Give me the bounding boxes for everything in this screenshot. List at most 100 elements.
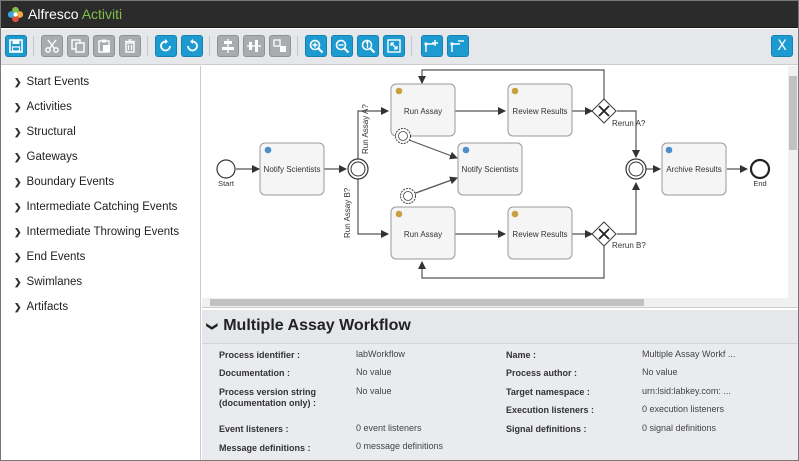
cut-icon bbox=[45, 39, 59, 53]
service-task-gear-icon bbox=[665, 146, 673, 154]
palette-item-artifacts[interactable]: ❯ Artifacts bbox=[14, 299, 68, 315]
sequence-flow[interactable] bbox=[617, 182, 640, 235]
toolbar-separator bbox=[147, 36, 148, 56]
redo-button[interactable] bbox=[155, 35, 177, 57]
delete-button[interactable] bbox=[119, 35, 141, 57]
prop-value[interactable]: urn:lsid:labkey.com: ... bbox=[642, 386, 731, 396]
sequence-flow[interactable] bbox=[412, 176, 458, 195]
scrollbar-thumb[interactable] bbox=[210, 299, 644, 306]
timer-clock-icon bbox=[403, 191, 413, 201]
title-bar: Alfresco Activiti bbox=[1, 1, 798, 28]
task-label: Notify Scientists bbox=[264, 165, 321, 174]
delete-icon bbox=[125, 39, 135, 53]
chevron-right-icon: ❯ bbox=[14, 226, 22, 237]
align-horizontal-button[interactable] bbox=[217, 35, 239, 57]
palette-item-label: Intermediate Throwing Events bbox=[26, 226, 180, 238]
bend-point-add-icon bbox=[424, 40, 438, 52]
prop-value[interactable]: labWorkflow bbox=[356, 349, 405, 359]
bpmn-diagram: Start Notify Scientists Run Assay A? Run… bbox=[216, 69, 771, 279]
align-vertical-icon bbox=[247, 40, 261, 52]
zoom-actual-button[interactable] bbox=[357, 35, 379, 57]
palette-item-boundary-events[interactable]: ❯ Boundary Events bbox=[14, 174, 114, 190]
prop-value[interactable]: No value bbox=[356, 386, 392, 396]
palette-item-label: Structural bbox=[26, 126, 76, 138]
undo-button[interactable] bbox=[181, 35, 203, 57]
paste-button[interactable] bbox=[93, 35, 115, 57]
palette-item-label: Boundary Events bbox=[26, 176, 115, 188]
copy-icon bbox=[71, 39, 85, 53]
scrollbar-thumb[interactable] bbox=[789, 76, 797, 150]
canvas-vertical-scrollbar[interactable] bbox=[788, 66, 798, 300]
task-label: Notify Scientists bbox=[462, 165, 519, 174]
app-brand: Alfresco Activiti bbox=[28, 6, 122, 22]
end-event-label: End bbox=[753, 179, 766, 188]
palette-item-label: Activities bbox=[26, 101, 72, 113]
sequence-flow[interactable] bbox=[357, 179, 389, 238]
prop-label: Execution listeners : bbox=[506, 405, 595, 415]
cut-button[interactable] bbox=[41, 35, 63, 57]
prop-label: Message definitions : bbox=[219, 443, 311, 453]
palette-item-gateways[interactable]: ❯ Gateways bbox=[14, 149, 78, 165]
bend-point-remove-button[interactable] bbox=[447, 35, 469, 57]
prop-value[interactable]: 0 message definitions bbox=[356, 441, 443, 451]
user-task-icon bbox=[511, 210, 519, 218]
prop-label: Target namespace : bbox=[506, 387, 590, 397]
flow-label-rerun-b: Rerun B? bbox=[612, 241, 646, 250]
close-editor-button[interactable]: X bbox=[771, 35, 793, 57]
prop-value[interactable]: No value bbox=[642, 367, 678, 377]
timer-clock-icon bbox=[398, 131, 408, 141]
start-event-label: Start bbox=[218, 179, 235, 188]
prop-value[interactable]: 0 event listeners bbox=[356, 423, 422, 433]
palette-item-structural[interactable]: ❯ Structural bbox=[14, 124, 76, 140]
task-label: Run Assay bbox=[404, 230, 442, 239]
chevron-right-icon: ❯ bbox=[14, 251, 22, 262]
sequence-flow[interactable] bbox=[408, 139, 458, 160]
zoom-in-button[interactable] bbox=[305, 35, 327, 57]
prop-value[interactable]: 0 execution listeners bbox=[642, 404, 724, 414]
user-task-icon bbox=[395, 210, 403, 218]
flow-label-run-assay-b: Run Assay B? bbox=[343, 187, 352, 238]
prop-value[interactable]: 0 signal definitions bbox=[642, 423, 716, 433]
sequence-flow[interactable] bbox=[617, 110, 640, 158]
palette-item-swimlanes[interactable]: ❯ Swimlanes bbox=[14, 274, 82, 290]
zoom-actual-icon bbox=[361, 39, 376, 54]
palette-item-start-events[interactable]: ❯ Start Events bbox=[14, 74, 89, 90]
chevron-right-icon: ❯ bbox=[14, 301, 22, 312]
save-icon bbox=[9, 39, 23, 53]
brand-alfresco: Alfresco bbox=[28, 6, 79, 22]
task-label: Run Assay bbox=[404, 107, 442, 116]
zoom-out-button[interactable] bbox=[331, 35, 353, 57]
same-size-button[interactable] bbox=[269, 35, 291, 57]
palette-item-activities[interactable]: ❯ Activities bbox=[14, 99, 72, 115]
zoom-fit-button[interactable] bbox=[383, 35, 405, 57]
align-vertical-button[interactable] bbox=[243, 35, 265, 57]
service-task-gear-icon bbox=[264, 146, 272, 154]
prop-value[interactable]: Multiple Assay Workf ... bbox=[642, 349, 735, 359]
task-label: Review Results bbox=[512, 230, 567, 239]
palette-item-intermediate-throwing-events[interactable]: ❯ Intermediate Throwing Events bbox=[14, 224, 179, 240]
palette-item-end-events[interactable]: ❯ End Events bbox=[14, 249, 85, 265]
bend-point-add-button[interactable] bbox=[421, 35, 443, 57]
task-label: Review Results bbox=[512, 107, 567, 116]
editor-toolbar bbox=[1, 29, 798, 65]
end-event[interactable] bbox=[749, 158, 771, 180]
palette-item-intermediate-catching-events[interactable]: ❯ Intermediate Catching Events bbox=[14, 199, 177, 215]
copy-button[interactable] bbox=[67, 35, 89, 57]
canvas-horizontal-scrollbar[interactable] bbox=[202, 298, 798, 307]
prop-value[interactable]: No value bbox=[356, 367, 392, 377]
chevron-right-icon: ❯ bbox=[14, 126, 22, 137]
palette-item-label: Swimlanes bbox=[26, 276, 83, 288]
zoom-fit-icon bbox=[387, 39, 401, 53]
redo-icon bbox=[160, 39, 171, 52]
flow-label-rerun-a: Rerun A? bbox=[612, 119, 646, 128]
prop-label: Documentation : bbox=[219, 368, 290, 378]
start-event[interactable] bbox=[216, 159, 236, 179]
save-button[interactable] bbox=[5, 35, 27, 57]
palette-item-label: Start Events bbox=[26, 76, 90, 88]
align-horizontal-icon bbox=[222, 39, 234, 53]
chevron-right-icon: ❯ bbox=[14, 101, 22, 112]
diagram-canvas[interactable]: Start Notify Scientists Run Assay A? Run… bbox=[202, 66, 798, 308]
properties-panel: ❯ Multiple Assay Workflow Process identif… bbox=[202, 310, 798, 460]
toolbar-separator bbox=[411, 36, 412, 56]
properties-header[interactable]: ❯ Multiple Assay Workflow bbox=[206, 317, 411, 335]
